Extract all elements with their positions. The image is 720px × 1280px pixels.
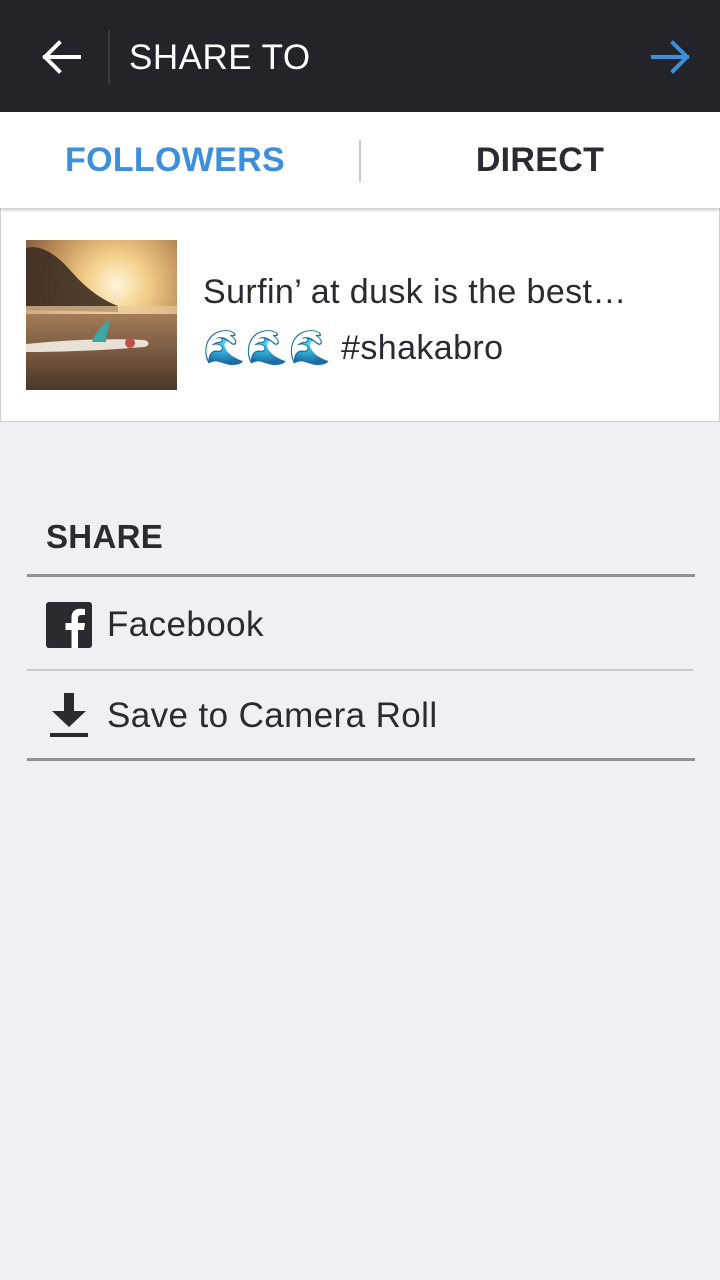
post-preview: Surfin’ at dusk is the best… 🌊🌊🌊 #shakab… — [0, 208, 720, 422]
share-tabs: FOLLOWERS DIRECT — [0, 112, 720, 208]
arrow-left-icon — [42, 40, 81, 74]
top-bar: SHARE TO — [0, 0, 720, 112]
facebook-icon — [45, 601, 93, 649]
save-to-camera-roll-label: Save to Camera Roll — [107, 695, 438, 735]
tab-followers[interactable]: FOLLOWERS — [0, 112, 360, 208]
header-divider — [108, 30, 110, 84]
post-thumbnail — [26, 240, 177, 390]
post-caption: Surfin’ at dusk is the best… 🌊🌊🌊 #shakab… — [203, 264, 703, 376]
share-bottom-divider — [27, 758, 695, 761]
caption-line-1: Surfin’ at dusk is the best… — [203, 273, 627, 311]
facebook-label: Facebook — [107, 604, 264, 644]
tab-direct[interactable]: DIRECT — [360, 112, 720, 208]
back-button[interactable] — [36, 32, 86, 82]
download-icon — [45, 692, 93, 740]
share-top-divider — [27, 574, 695, 577]
share-section-heading: SHARE — [46, 518, 164, 555]
caption-line-2: 🌊🌊🌊 #shakabro — [203, 329, 504, 367]
next-button[interactable] — [644, 32, 698, 82]
page-title: SHARE TO — [129, 38, 311, 77]
arrow-right-icon — [651, 40, 690, 74]
save-to-camera-roll-row[interactable]: Save to Camera Roll — [27, 671, 693, 760]
share-facebook-row[interactable]: Facebook — [27, 580, 693, 669]
